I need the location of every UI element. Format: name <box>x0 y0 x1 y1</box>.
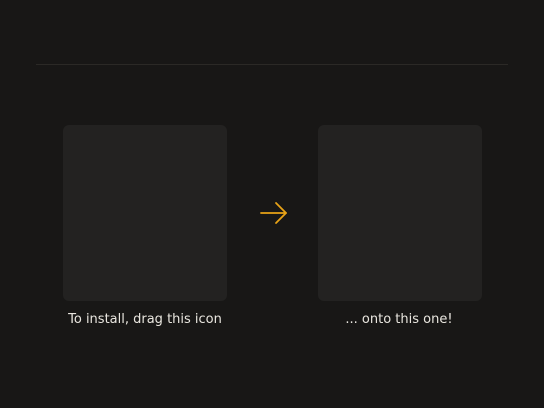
app-icon-drop-source[interactable] <box>63 125 227 301</box>
header-divider <box>36 64 508 65</box>
arrow-right-icon <box>259 200 289 226</box>
source-caption: To install, drag this icon <box>68 312 222 327</box>
target-caption: ... onto this one! <box>345 312 453 327</box>
installer-window: To install, drag this icon ... onto this… <box>0 0 544 408</box>
applications-folder-drop-target[interactable] <box>318 125 482 301</box>
